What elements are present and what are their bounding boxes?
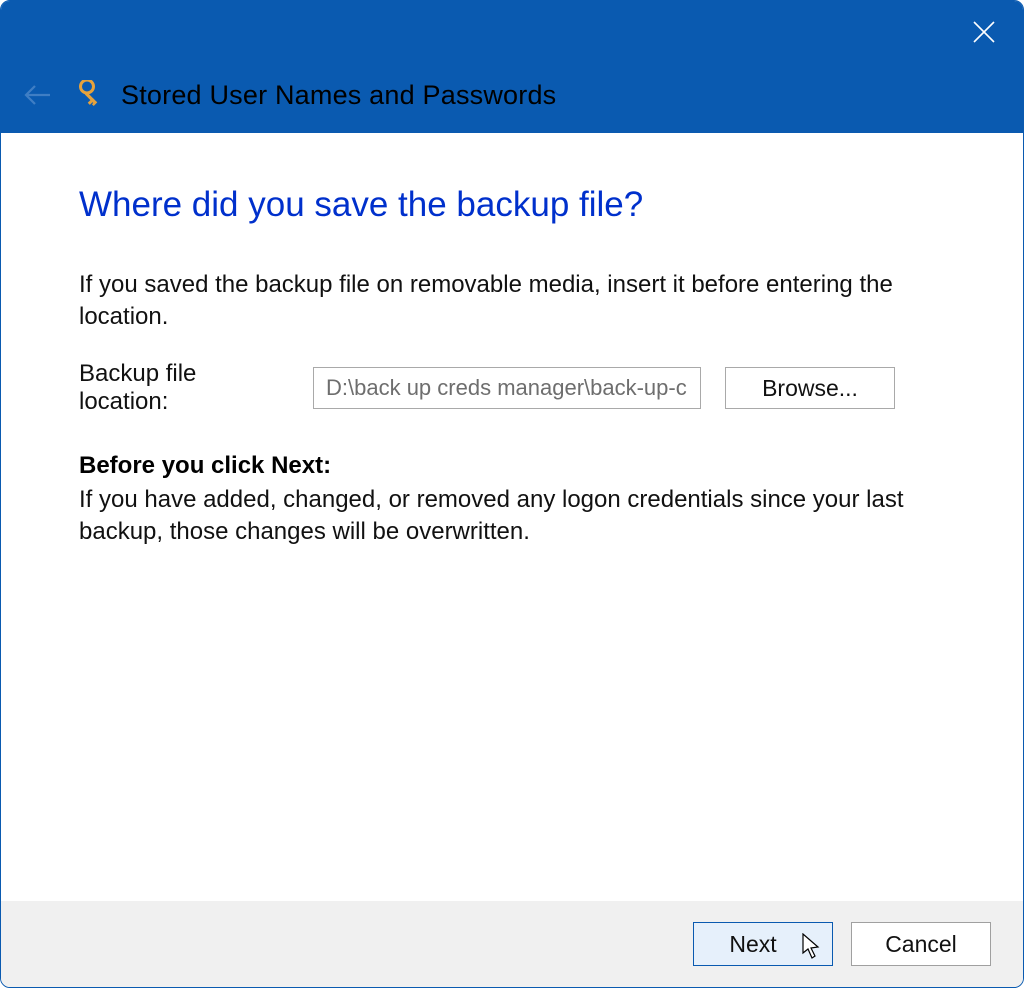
wizard-footer: Next Cancel <box>1 901 1023 987</box>
next-button[interactable]: Next <box>693 922 833 966</box>
wizard-content: Where did you save the backup file? If y… <box>1 133 1023 901</box>
instruction-text: If you saved the backup file on removabl… <box>79 269 945 332</box>
file-location-row: Backup file location: Browse... <box>79 360 945 416</box>
wizard-window: Stored User Names and Passwords Where di… <box>0 0 1024 988</box>
before-next-label: Before you click Next: <box>79 452 945 480</box>
key-icon <box>71 79 103 111</box>
browse-button[interactable]: Browse... <box>725 367 895 409</box>
title-bar: Stored User Names and Passwords <box>1 1 1023 133</box>
window-title: Stored User Names and Passwords <box>121 80 556 111</box>
file-location-label: Backup file location: <box>79 360 289 416</box>
close-icon[interactable] <box>973 21 999 47</box>
next-button-label: Next <box>729 931 776 957</box>
cancel-button[interactable]: Cancel <box>851 922 991 966</box>
page-heading: Where did you save the backup file? <box>79 185 945 225</box>
back-arrow-icon[interactable] <box>23 80 53 110</box>
cursor-icon <box>802 933 822 961</box>
overwrite-warning-text: If you have added, changed, or removed a… <box>79 484 945 547</box>
file-location-input[interactable] <box>313 367 701 409</box>
